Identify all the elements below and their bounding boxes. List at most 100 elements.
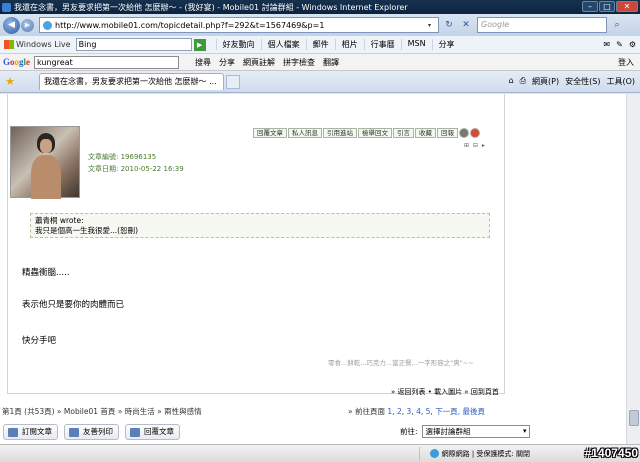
bing-search-button[interactable]: ▶	[193, 38, 206, 51]
quote-text: 我只是個高一生我很愛...(恕刪)	[35, 226, 139, 235]
post-text-line: 快分手吧	[22, 336, 57, 346]
forward-arrow-icon[interactable]: ▶	[21, 18, 34, 32]
live-link[interactable]: MSN	[400, 39, 432, 50]
subscribe-icon	[8, 428, 18, 437]
ie-icon	[2, 2, 11, 12]
pages-label: » 前往頁面	[348, 407, 385, 416]
page-menu[interactable]: 網頁(P)	[532, 76, 559, 87]
windows-flag-icon	[4, 40, 14, 49]
close-icon[interactable]: ✕	[616, 1, 638, 12]
window-title: 我還在念書，男友要求把第一次給他 怎麼辦～ - (我好宴) - Mobile01…	[14, 2, 408, 12]
favorites-star-icon[interactable]: ★	[3, 75, 17, 89]
quote-link-button[interactable]: 引用進站	[323, 128, 357, 138]
google-login-button[interactable]: 登入	[618, 57, 640, 68]
command-bar: ⌂ ⎙ 網頁(P) 安全性(S) 工具(O)	[509, 76, 640, 87]
windows-live-logo[interactable]: Windows Live	[4, 40, 71, 49]
live-link[interactable]: 行事曆	[363, 39, 401, 50]
google-share-button[interactable]: 分享	[215, 57, 239, 68]
address-toolbar: ◀ ▶ http://www.mobile01.com/topicdetail.…	[0, 14, 640, 36]
stop-icon[interactable]: ✕	[459, 18, 473, 32]
minimize-icon[interactable]: –	[582, 1, 598, 12]
live-links: 好友動向 個人檔案 郵件 相片 行事曆 MSN 分享	[215, 39, 461, 50]
forum-select[interactable]: 選擇討論群組	[421, 425, 530, 438]
private-message-button[interactable]: 私人訊息	[288, 128, 322, 138]
google-toolbar: Google kungreat 搜尋 分享 網頁註解 拼字檢查 翻譯 登入	[0, 54, 640, 71]
article-id: 文章編號: 19696135	[88, 153, 157, 161]
post-text-line: 表示他只是要你的肉體而已	[22, 300, 125, 310]
new-tab-button[interactable]	[226, 74, 240, 89]
window-controls: – □ ✕	[582, 1, 638, 12]
watermark: #1407450	[584, 446, 638, 460]
quote-button[interactable]: 引言	[393, 128, 414, 138]
home-icon[interactable]: ⌂	[509, 76, 514, 87]
bing-search-input[interactable]: Bing	[75, 38, 192, 51]
quote-author: 蕭青桐 wrote:	[35, 216, 84, 225]
report-button[interactable]: 回報	[437, 128, 458, 138]
settings-circle-icon[interactable]	[459, 128, 469, 138]
forum-jump: 前往: 選擇討論群組	[400, 425, 530, 438]
globe-icon	[429, 449, 439, 458]
print-friendly-button[interactable]: 友善列印	[64, 424, 119, 440]
back-arrow-icon[interactable]: ◀	[3, 16, 20, 34]
live-link[interactable]: 相片	[334, 39, 364, 50]
live-link[interactable]: 郵件	[305, 39, 335, 50]
reply-article-button[interactable]: 回覆文章	[125, 424, 180, 440]
refresh-icon[interactable]: ↻	[442, 18, 456, 32]
page-favicon-icon	[43, 20, 52, 30]
window-title-bar: 我還在念書，男友要求把第一次給他 怎麼辦～ - (我好宴) - Mobile01…	[0, 0, 640, 14]
user-signature: 零食...餅乾...巧克力...當正餐...一字形容之"爽"~~	[328, 359, 474, 367]
live-link[interactable]: 分享	[431, 39, 461, 50]
delete-circle-icon[interactable]	[470, 128, 480, 138]
live-link[interactable]: 個人檔案	[260, 39, 306, 50]
tools-menu[interactable]: 工具(O)	[606, 76, 635, 87]
live-link[interactable]: 好友動向	[215, 39, 261, 50]
page-link[interactable]: 1	[387, 407, 392, 416]
next-last-links[interactable]: 下一頁, 最後頁	[435, 407, 485, 416]
page-link[interactable]: 4	[416, 407, 421, 416]
quote-block: 蕭青桐 wrote: 我只是個高一生我很愛...(恕刪)	[30, 213, 490, 238]
reply-button[interactable]: 回覆文章	[253, 128, 287, 138]
printer-icon	[69, 428, 79, 437]
google-search-input[interactable]: kungreat	[34, 55, 180, 69]
status-bar: 網際網路 | 受保護模式: 關閉	[0, 444, 640, 462]
windows-live-label: Windows Live	[16, 40, 71, 49]
google-search-button[interactable]: 搜尋	[191, 57, 215, 68]
page-link[interactable]: 3	[407, 407, 412, 416]
post-navigation-links[interactable]: » 返回列表 • 載入圖片 » 回到頁首	[391, 387, 499, 397]
print-icon[interactable]: ⎙	[520, 76, 526, 87]
edit-icon[interactable]: ✎	[616, 40, 623, 49]
search-icon[interactable]: ⌕	[610, 18, 624, 32]
mail-icon[interactable]: ✉	[603, 40, 610, 49]
google-translate-button[interactable]: 翻譯	[319, 57, 343, 68]
footer-buttons: 訂閱文章 友善列印 回覆文章	[3, 424, 180, 440]
breadcrumb[interactable]: 第1頁 (共53頁) » Mobile01 首頁 » 時尚生活 » 兩性與感情	[2, 406, 202, 417]
google-notes-button[interactable]: 網頁註解	[239, 57, 279, 68]
page-links: » 前往頁面 1, 2, 3, 4, 5, 下一頁, 最後頁	[348, 407, 485, 416]
url-field[interactable]: http://www.mobile01.com/topicdetail.php?…	[39, 17, 439, 33]
user-avatar[interactable]	[10, 126, 80, 199]
subscribe-button[interactable]: 訂閱文章	[3, 424, 58, 440]
vertical-scrollbar[interactable]	[626, 94, 640, 444]
page-link[interactable]: 5	[426, 407, 431, 416]
google-logo[interactable]: Google	[3, 57, 30, 67]
safety-menu[interactable]: 安全性(S)	[565, 76, 600, 87]
status-text-area	[0, 446, 420, 461]
post-meta: 文章編號: 19696135 文章日期: 2010-05-22 16:39	[88, 151, 184, 175]
scrollbar-thumb[interactable]	[629, 410, 639, 426]
url-text: http://www.mobile01.com/topicdetail.php?…	[55, 20, 325, 30]
favorite-button[interactable]: 收藏	[415, 128, 436, 138]
url-dropdown-icon[interactable]: ▾	[428, 22, 438, 29]
maximize-icon[interactable]: □	[599, 1, 615, 12]
page-content: 回覆文章 私人訊息 引用進站 檢舉回文 引言 收藏 回報 ⊞ ⊟ ▸ 文章編號:…	[0, 94, 626, 444]
rating-icons[interactable]: ⊞ ⊟ ▸	[464, 142, 486, 149]
article-date: 文章日期: 2010-05-22 16:39	[88, 165, 184, 173]
page-link[interactable]: 2	[397, 407, 402, 416]
tab-active[interactable]: 我還在念書，男友要求把第一次給他 怎麼辦～ ...	[39, 73, 224, 90]
search-input[interactable]: Google	[477, 17, 607, 33]
google-spellcheck-button[interactable]: 拼字檢查	[279, 57, 319, 68]
tools-icon[interactable]: ⚙	[629, 40, 636, 49]
windows-live-toolbar: Windows Live Bing ▶ 好友動向 個人檔案 郵件 相片 行事曆 …	[0, 36, 640, 54]
google-toolbar-items: 搜尋 分享 網頁註解 拼字檢查 翻譯	[191, 57, 343, 68]
report-reply-button[interactable]: 檢舉回文	[358, 128, 392, 138]
jump-label: 前往:	[400, 427, 418, 436]
